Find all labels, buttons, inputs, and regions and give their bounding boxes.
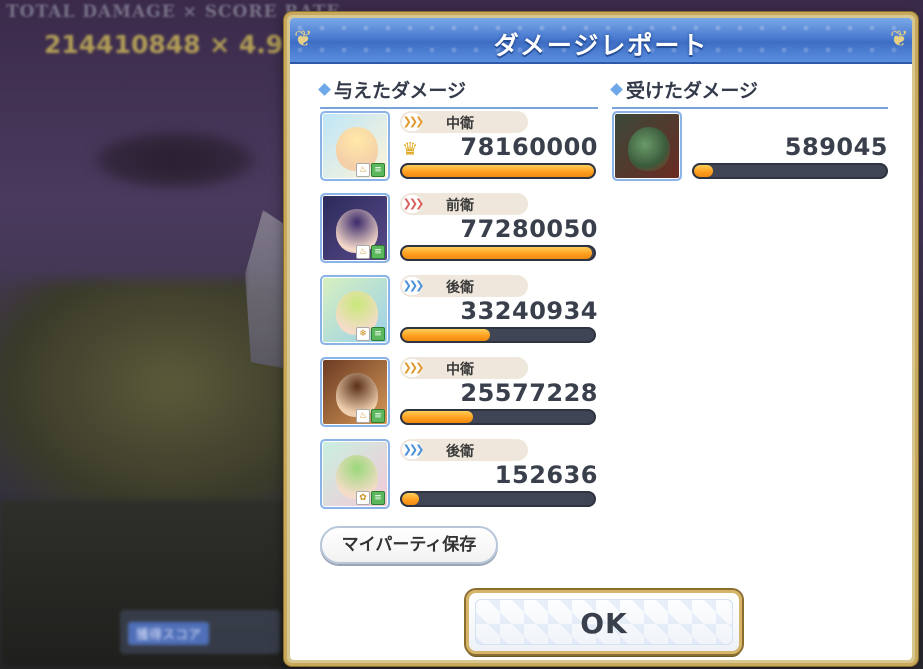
party-icon: ≡	[371, 327, 385, 341]
dealt-damage-bar-fill	[402, 165, 594, 177]
character-portrait[interactable]: ♨ ≡	[320, 193, 390, 263]
character-badge: ♨ ≡	[356, 163, 386, 177]
enemy-face	[628, 127, 670, 171]
received-damage-value: 589045	[784, 133, 888, 161]
position-tag: ❯❯❯ 後衛	[400, 275, 528, 297]
score-value: 214410848 × 4.9	[44, 30, 284, 59]
save-party-button[interactable]: マイパーティ保存	[320, 526, 498, 564]
dealt-damage-row: ♨ ≡ ❯❯❯ 前衛 77280050	[320, 193, 598, 267]
ornament-right-icon: ❦	[890, 27, 909, 52]
diamond-bullet-icon	[610, 83, 623, 96]
ok-button[interactable]: OK	[466, 590, 742, 654]
element-icon: ♨	[356, 163, 370, 177]
character-badge: ✿ ≡	[356, 491, 386, 505]
ok-button-label: OK	[580, 607, 628, 640]
dealt-damage-heading: 与えたダメージ	[318, 76, 598, 109]
position-chevron-icon: ❯❯❯	[402, 277, 424, 295]
dealt-damage-bar-fill	[402, 247, 593, 259]
position-label: 後衛	[446, 280, 474, 296]
dealt-damage-bar	[400, 327, 596, 343]
element-icon: ♨	[356, 245, 370, 259]
dealt-damage-row: ❄ ≡ ❯❯❯ 後衛 33240934	[320, 275, 598, 349]
dealt-damage-heading-label: 与えたダメージ	[334, 80, 467, 102]
position-chevron-icon: ❯❯❯	[402, 359, 424, 377]
character-badge: ♨ ≡	[356, 245, 386, 259]
dealt-damage-bar-fill	[402, 329, 491, 341]
party-icon: ≡	[371, 245, 385, 259]
dealt-damage-value: 78160000	[460, 133, 598, 161]
character-badge: ♨ ≡	[356, 409, 386, 423]
dealt-damage-value: 33240934	[460, 297, 598, 325]
received-damage-bar	[692, 163, 888, 179]
dialog-title: ダメージレポート	[493, 31, 709, 60]
position-chevron-icon: ❯❯❯	[402, 441, 424, 459]
dealt-damage-row: ♨ ≡ ❯❯❯ 中衛 25577228	[320, 357, 598, 431]
character-portrait[interactable]: ❄ ≡	[320, 275, 390, 345]
position-tag: ❯❯❯ 中衛	[400, 357, 528, 379]
dealt-damage-bar-fill	[402, 411, 474, 423]
element-icon: ❄	[356, 327, 370, 341]
dealt-damage-row: ♨ ≡ ❯❯❯ 中衛 ♛ 78160000	[320, 111, 598, 185]
dealt-damage-value: 77280050	[460, 215, 598, 243]
party-icon: ≡	[371, 409, 385, 423]
position-tag: ❯❯❯ 中衛	[400, 111, 528, 133]
position-label: 前衛	[446, 198, 474, 214]
position-chevron-icon: ❯❯❯	[402, 195, 424, 213]
party-icon: ≡	[371, 491, 385, 505]
position-chevron-icon: ❯❯❯	[402, 113, 424, 131]
held-score-label: 獲得スコア	[128, 622, 210, 645]
damage-report-dialog: ❦ ダメージレポート ❦ 与えたダメージ ♨ ≡ ❯❯❯ 中衛 ♛ 781600…	[284, 12, 918, 666]
party-icon: ≡	[371, 163, 385, 177]
position-tag: ❯❯❯ 前衛	[400, 193, 528, 215]
character-portrait[interactable]: ✿ ≡	[320, 439, 390, 509]
position-tag: ❯❯❯ 後衛	[400, 439, 528, 461]
element-icon: ♨	[356, 409, 370, 423]
position-label: 中衛	[446, 116, 474, 132]
character-portrait[interactable]: ♨ ≡	[320, 357, 390, 427]
enemy-portrait	[612, 111, 682, 181]
received-damage-heading: 受けたダメージ	[610, 76, 888, 109]
dealt-damage-row: ✿ ≡ ❯❯❯ 後衛 152636	[320, 439, 598, 513]
crown-icon: ♛	[402, 139, 419, 160]
held-score-panel: 獲得スコア	[120, 610, 280, 654]
dealt-damage-bar-fill	[402, 493, 420, 505]
character-portrait[interactable]: ♨ ≡	[320, 111, 390, 181]
dealt-damage-value: 25577228	[460, 379, 598, 407]
position-label: 後衛	[446, 444, 474, 460]
character-badge: ❄ ≡	[356, 327, 386, 341]
dealt-damage-bar	[400, 491, 596, 507]
dialog-body: ❦ ダメージレポート ❦ 与えたダメージ ♨ ≡ ❯❯❯ 中衛 ♛ 781600…	[290, 18, 912, 660]
dealt-damage-bar	[400, 245, 596, 261]
dealt-damage-bar	[400, 163, 596, 179]
received-damage-row: 589045	[612, 111, 888, 185]
dealt-damage-bar	[400, 409, 596, 425]
element-icon: ✿	[356, 491, 370, 505]
dialog-title-bar: ❦ ダメージレポート ❦	[290, 18, 912, 64]
position-label: 中衛	[446, 362, 474, 378]
dealt-damage-value: 152636	[494, 461, 598, 489]
received-damage-bar-fill	[694, 165, 714, 177]
background-tree	[90, 130, 260, 190]
received-damage-heading-label: 受けたダメージ	[626, 80, 759, 102]
diamond-bullet-icon	[318, 83, 331, 96]
